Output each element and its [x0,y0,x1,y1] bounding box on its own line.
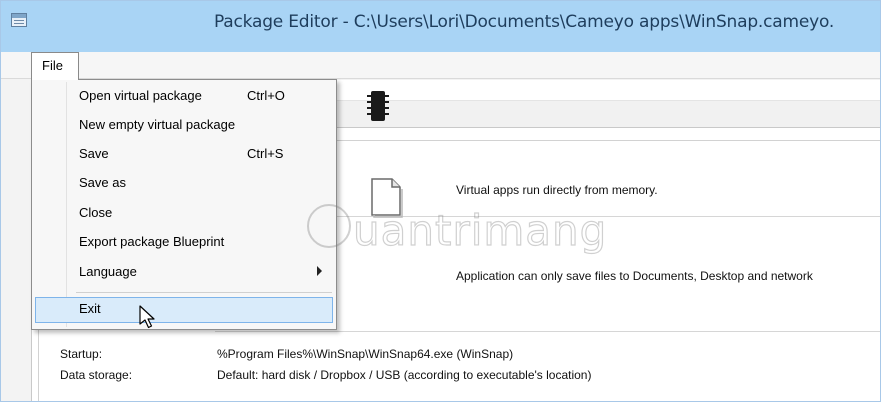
menu-item-new-empty-virtual-package[interactable]: New empty virtual package [35,113,333,139]
save-info-text: Application can only save files to Docum… [456,269,813,283]
document-icon [371,178,403,218]
menu-bar [1,52,880,79]
menu-item-label: Exit [79,301,101,316]
menu-item-save[interactable]: Save Ctrl+S [35,142,333,168]
file-menu-button[interactable]: File [31,52,79,80]
window-title: Package Editor - C:\Users\Lori\Documents… [214,12,835,32]
package-editor-icon[interactable] [11,13,27,27]
menu-item-label: Export package Blueprint [79,234,225,249]
menu-item-open-virtual-package[interactable]: Open virtual package Ctrl+O [35,84,333,110]
menu-item-label: Save as [79,175,126,190]
menu-item-label: New empty virtual package [79,117,236,132]
package-editor-window: Package Editor - C:\Users\Lori\Documents… [0,0,881,402]
menu-item-label: Save [79,146,109,161]
menu-item-export-package-blueprint[interactable]: Export package Blueprint [35,230,333,256]
menu-item-shortcut: Ctrl+O [247,88,285,103]
file-menu-dropdown: Open virtual package Ctrl+O New empty vi… [31,79,337,330]
file-menu-label: File [42,58,63,73]
menu-item-shortcut: Ctrl+S [247,146,284,161]
data-storage-value: Default: hard disk / Dropbox / USB (acco… [217,368,592,382]
menu-item-language[interactable]: Language [35,260,333,286]
menu-item-label: Close [79,205,113,220]
title-bar[interactable]: Package Editor - C:\Users\Lori\Documents… [1,1,880,52]
memory-chip-icon [367,91,389,121]
menu-item-save-as[interactable]: Save as [35,171,333,197]
menu-separator [76,292,332,293]
menu-item-label: Language [79,264,137,279]
data-storage-label: Data storage: [60,368,133,382]
startup-label: Startup: [60,347,103,361]
menu-item-label: Open virtual package [79,88,202,103]
mouse-pointer-icon [139,305,155,329]
menu-item-exit[interactable]: Exit [35,297,333,323]
memory-info-text: Virtual apps run directly from memory. [456,183,658,197]
menu-item-close[interactable]: Close [35,201,333,227]
submenu-arrow-icon [317,266,322,276]
startup-value: %Program Files%\WinSnap\WinSnap64.exe (W… [217,347,514,361]
section-divider [215,331,880,332]
